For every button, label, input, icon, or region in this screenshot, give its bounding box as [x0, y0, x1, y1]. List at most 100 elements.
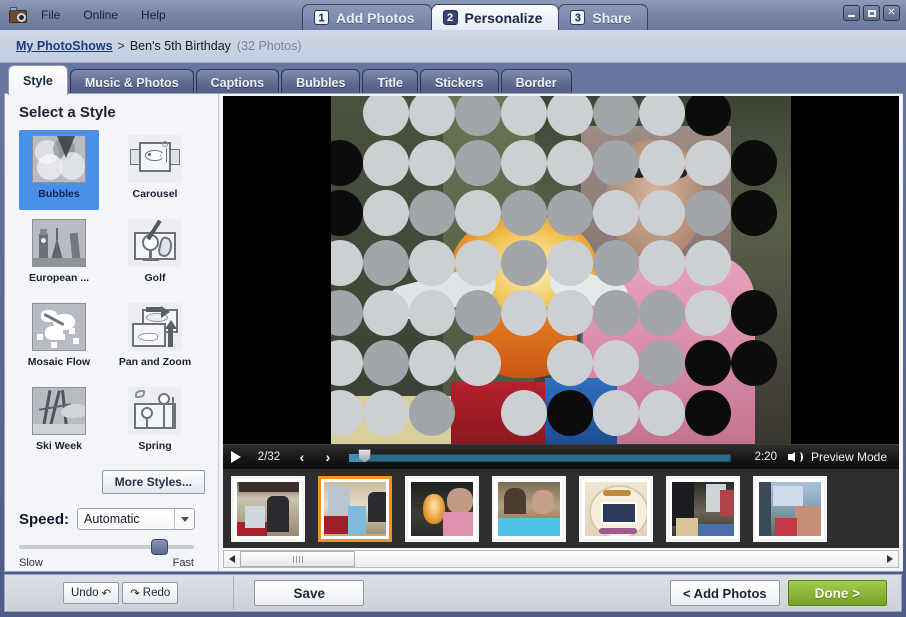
bubble-shape: [455, 340, 501, 386]
style-item-ski-week[interactable]: Ski Week: [19, 382, 99, 462]
ski-week-thumbnail-icon: [32, 387, 86, 435]
more-styles-button[interactable]: More Styles...: [101, 470, 205, 494]
tab-border[interactable]: Border: [500, 69, 572, 95]
scrollbar-trough[interactable]: [240, 551, 882, 567]
undo-redo-group: Undo ↶ ↷ Redo: [63, 582, 179, 604]
style-label-european: European ...: [28, 272, 90, 284]
bubble-shape: [455, 140, 501, 186]
bubble-shape: [731, 190, 777, 236]
bubble-shape: [455, 190, 501, 236]
tab-music-photos[interactable]: Music & Photos: [69, 69, 194, 95]
step-label-personalize: Personalize: [464, 9, 543, 26]
bubble-shape: [331, 390, 363, 436]
play-icon[interactable]: [223, 445, 249, 470]
bubble-shape: [639, 140, 685, 186]
bubble-shape: [685, 340, 731, 386]
speed-slider-handle[interactable]: [151, 539, 168, 555]
chevron-left-icon[interactable]: ‹: [289, 445, 315, 470]
step-tab-add-photos[interactable]: 1 Add Photos: [302, 4, 432, 30]
breadcrumb-root-link[interactable]: My PhotoShows: [16, 39, 113, 53]
preview-mode-label[interactable]: Preview Mode: [807, 450, 899, 464]
style-item-mosaic-flow[interactable]: Mosaic Flow: [19, 298, 99, 378]
style-label-golf: Golf: [144, 272, 166, 284]
bubble-shape: [685, 240, 731, 286]
tab-title[interactable]: Title: [362, 69, 418, 95]
list-item[interactable]: [492, 475, 566, 542]
tab-captions[interactable]: Captions: [195, 69, 280, 95]
bubble-shape: [363, 96, 409, 136]
breadcrumb-separator: >: [117, 39, 125, 53]
application-window: File Online Help 1 Add Photos 2 Personal…: [0, 0, 906, 617]
style-item-spring[interactable]: Spring: [115, 382, 195, 462]
speed-slider[interactable]: [19, 539, 194, 555]
style-grid: Bubbles Carousel European ... Golf Mosai…: [19, 130, 218, 462]
bubble-shape: [685, 96, 731, 136]
style-item-carousel[interactable]: Carousel: [115, 130, 195, 210]
bubble-shape: [685, 140, 731, 186]
bubble-shape: [593, 190, 639, 236]
tab-stickers[interactable]: Stickers: [419, 69, 499, 95]
undo-button[interactable]: Undo ↶: [63, 582, 120, 604]
close-icon[interactable]: ✕: [883, 5, 900, 21]
bubble-shape: [547, 140, 593, 186]
maximize-icon[interactable]: [863, 5, 880, 21]
save-button[interactable]: Save: [254, 580, 365, 606]
speed-select[interactable]: Automatic: [77, 508, 196, 530]
step-tab-share[interactable]: 3 Share: [558, 4, 649, 30]
filmstrip-scrollbar[interactable]: [223, 550, 899, 568]
list-item[interactable]: [666, 475, 740, 542]
speed-fast-label: Fast: [172, 557, 194, 569]
bubble-shape: [331, 140, 363, 186]
bubble-shape: [547, 190, 593, 236]
minimize-icon[interactable]: [843, 5, 860, 21]
scroll-right-icon[interactable]: [882, 551, 898, 567]
redo-button[interactable]: ↷ Redo: [122, 582, 179, 604]
chevron-down-icon[interactable]: [174, 509, 194, 529]
menu-help[interactable]: Help: [138, 6, 169, 24]
speaker-icon[interactable]: [777, 452, 807, 462]
bubble-shape: [547, 96, 593, 136]
bubble-shape: [331, 240, 363, 286]
list-item[interactable]: [579, 475, 653, 542]
bubble-shape: [331, 290, 363, 336]
style-label-bubbles: Bubbles: [38, 188, 80, 200]
menu-online[interactable]: Online: [80, 6, 121, 24]
playback-progress-slider[interactable]: [349, 445, 731, 470]
bubble-shape: [593, 140, 639, 186]
list-item[interactable]: [405, 475, 479, 542]
style-item-golf[interactable]: Golf: [115, 214, 195, 294]
scroll-left-icon[interactable]: [224, 551, 240, 567]
style-item-pan-and-zoom[interactable]: Pan and Zoom: [115, 298, 195, 378]
menu-file[interactable]: File: [38, 6, 63, 24]
bubble-shape: [409, 340, 455, 386]
list-item[interactable]: [753, 475, 827, 542]
window-controls: ✕: [843, 5, 900, 21]
preview-stage[interactable]: [223, 96, 899, 444]
bubble-shape: [409, 190, 455, 236]
style-item-bubbles[interactable]: Bubbles: [19, 130, 99, 210]
add-photos-button[interactable]: < Add Photos: [669, 580, 780, 606]
step-badge-1: 1: [314, 10, 329, 25]
bubble-shape: [547, 290, 593, 336]
list-item[interactable]: [231, 475, 305, 542]
scrollbar-thumb[interactable]: [240, 551, 355, 567]
thumbnail-filmstrip[interactable]: [223, 469, 899, 548]
toolbar-divider: [233, 576, 235, 610]
bubble-shape: [547, 340, 593, 386]
step-label-add-photos: Add Photos: [336, 9, 415, 26]
style-item-european[interactable]: European ...: [19, 214, 99, 294]
bubble-shape: [593, 390, 639, 436]
tab-style[interactable]: Style: [8, 65, 68, 95]
progress-track: [349, 453, 731, 462]
step-tab-personalize[interactable]: 2 Personalize: [430, 4, 560, 30]
style-label-carousel: Carousel: [132, 188, 178, 200]
chevron-right-icon[interactable]: ›: [315, 445, 341, 470]
tab-bubbles[interactable]: Bubbles: [281, 69, 361, 95]
bubble-shape: [731, 340, 777, 386]
bubble-shape: [363, 340, 409, 386]
list-item[interactable]: [318, 475, 392, 542]
bubble-shape: [455, 290, 501, 336]
bubble-shape: [547, 240, 593, 286]
done-button[interactable]: Done >: [787, 580, 887, 606]
style-label-mosaic-flow: Mosaic Flow: [27, 356, 91, 368]
